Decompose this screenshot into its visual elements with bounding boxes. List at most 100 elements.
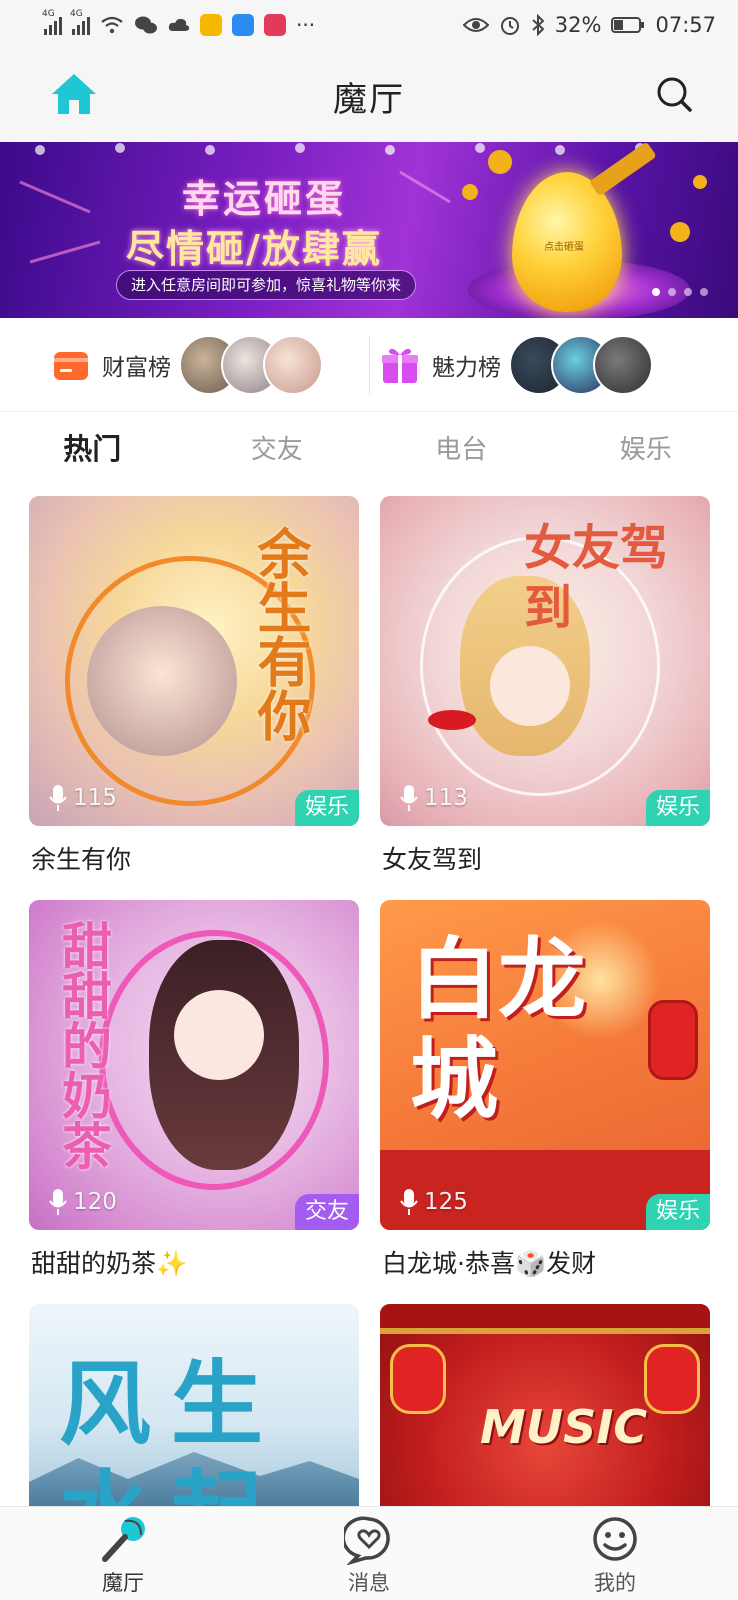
microphone-icon: [102, 1517, 145, 1562]
room-category-tag: 娱乐: [294, 790, 359, 826]
avatar-group: [509, 334, 653, 395]
cover-title: MUSIC: [480, 1400, 648, 1454]
nav-label: 消息: [348, 1571, 390, 1595]
room-card[interactable]: 白龙城 125 娱乐 白龙城·恭喜🎲发财: [380, 900, 710, 1280]
room-name: 女友驾到: [382, 845, 483, 874]
room-cover[interactable]: 余生有你 115 娱乐: [29, 496, 359, 826]
room-category-tag: 交友: [294, 1194, 359, 1230]
nav-hall[interactable]: 魔厅: [0, 1507, 246, 1600]
banner-subheadline: 尽情砸/放肆赢: [126, 227, 382, 271]
room-cover[interactable]: 甜甜的奶茶 120 交友: [29, 900, 359, 1230]
listener-count: 113: [400, 784, 468, 812]
listener-count-value: 120: [73, 1189, 117, 1215]
listener-count-value: 115: [73, 785, 117, 811]
avatar-group: [179, 334, 323, 395]
room-category-tag: 娱乐: [645, 1194, 710, 1230]
cloud-icon: [168, 18, 190, 31]
room-name: 白龙城·恭喜🎲发财: [382, 1249, 597, 1278]
carousel-indicator: [652, 288, 708, 296]
status-right: 32% 07:57: [462, 13, 716, 37]
smiley-icon: [593, 1517, 637, 1561]
wifi-icon: [101, 16, 123, 34]
carousel-dot[interactable]: [652, 288, 660, 296]
nav-profile[interactable]: 我的: [492, 1507, 738, 1600]
nav-label: 魔厅: [102, 1571, 144, 1595]
status-left: 4G 4G ···: [42, 9, 463, 37]
room-name: 余生有你: [31, 845, 132, 874]
avatar: [593, 334, 653, 395]
wealth-ranking[interactable]: 财富榜: [0, 318, 369, 412]
carousel-dot[interactable]: [668, 288, 676, 296]
app-notification-icon-3: [264, 14, 286, 36]
search-icon: [657, 77, 692, 112]
room-cover[interactable]: 女友驾到 113 娱乐: [380, 496, 710, 826]
listener-count: 115: [49, 784, 117, 812]
wechat-icon: [135, 16, 157, 34]
room-category-tag: 娱乐: [645, 790, 710, 826]
clock-time: 07:57: [655, 13, 716, 37]
room-card[interactable]: 女友驾到 113 娱乐 女友驾到: [380, 496, 710, 876]
app-notification-icon: [200, 14, 222, 36]
tab-social[interactable]: 交友: [185, 429, 370, 466]
cover-title: 风生水起: [59, 1351, 284, 1506]
carousel-dot[interactable]: [700, 288, 708, 296]
eye-icon: [462, 18, 489, 32]
cover-title: 甜甜的奶茶: [54, 920, 112, 1170]
microphone-icon: [49, 1189, 67, 1215]
nav-messages[interactable]: 消息: [246, 1507, 492, 1600]
app-header: 魔厅: [0, 50, 738, 142]
search-button[interactable]: [654, 74, 694, 118]
network-label-2: 4G: [70, 9, 83, 19]
bottom-navigation: 魔厅 消息 我的: [0, 1506, 738, 1600]
signal-icon: 4G: [42, 9, 62, 35]
more-notifications: ···: [296, 13, 316, 37]
gift-icon: [382, 348, 418, 383]
status-bar: 4G 4G ··· 32% 07:57: [0, 0, 738, 50]
cover-title: 女友驾到: [524, 520, 669, 636]
signal-icon-2: 4G: [70, 9, 90, 35]
room-cover[interactable]: 风生水起: [29, 1304, 359, 1506]
egg-label: 点击砸蛋: [544, 242, 584, 253]
cover-title: 余生有你: [248, 526, 311, 742]
room-cover[interactable]: 白龙城 125 娱乐: [380, 900, 710, 1230]
room-card[interactable]: 甜甜的奶茶 120 交友 甜甜的奶茶✨: [29, 900, 359, 1280]
listener-count: 125: [400, 1188, 468, 1216]
promo-banner[interactable]: 点击砸蛋 幸运砸蛋 尽情砸/放肆赢 进入任意房间即可参加，惊喜礼物等你来: [0, 142, 738, 318]
page-title: 魔厅: [333, 79, 405, 120]
battery-icon: [611, 17, 645, 33]
microphone-icon: [400, 785, 418, 811]
listener-count: 120: [49, 1188, 117, 1216]
banner-headline: 幸运砸蛋: [182, 177, 347, 221]
alarm-icon: [500, 17, 519, 35]
category-tabs: 热门 交友 电台 娱乐: [0, 412, 738, 482]
microphone-icon: [49, 785, 67, 811]
bluetooth-icon: [532, 14, 545, 36]
tab-radio[interactable]: 电台: [369, 429, 554, 466]
microphone-icon: [400, 1189, 418, 1215]
nav-label: 我的: [594, 1571, 636, 1595]
network-label: 4G: [42, 9, 55, 19]
cover-title: 白龙城: [410, 928, 587, 1131]
listener-count-value: 125: [424, 1189, 468, 1215]
listener-count-value: 113: [424, 785, 468, 811]
carousel-dot[interactable]: [684, 288, 692, 296]
room-name: 甜甜的奶茶✨: [31, 1249, 188, 1278]
tab-entertainment[interactable]: 娱乐: [554, 429, 738, 466]
wallet-icon: [54, 351, 88, 380]
avatar: [263, 334, 323, 395]
home-icon: [52, 74, 96, 114]
ranking-label: 财富榜: [102, 354, 171, 381]
app-notification-icon-2: [232, 14, 254, 36]
room-card[interactable]: 风生水起: [29, 1304, 359, 1506]
message-heart-icon: [344, 1516, 390, 1565]
tab-hot[interactable]: 热门: [0, 426, 185, 468]
room-cover[interactable]: MUSIC: [380, 1304, 710, 1506]
charm-ranking[interactable]: 魅力榜: [369, 334, 738, 395]
rankings-row: 财富榜 魅力榜: [0, 318, 738, 412]
room-card[interactable]: MUSIC: [380, 1304, 710, 1506]
battery-percent: 32%: [554, 13, 602, 37]
ranking-label: 魅力榜: [432, 354, 501, 381]
banner-description: 进入任意房间即可参加，惊喜礼物等你来: [116, 270, 417, 300]
home-button[interactable]: [48, 70, 100, 122]
room-card[interactable]: 余生有你 115 娱乐 余生有你: [29, 496, 359, 876]
